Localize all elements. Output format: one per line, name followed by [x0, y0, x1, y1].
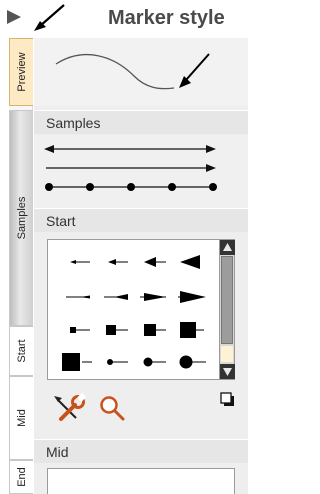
tab-mid[interactable]: Mid	[9, 376, 33, 460]
mid-header-label: Mid	[46, 444, 69, 460]
scroll-up-icon[interactable]	[220, 240, 235, 255]
marker-square-xxlarge[interactable]	[60, 348, 96, 376]
marker-square-xlarge[interactable]	[174, 316, 210, 344]
start-header[interactable]: Start	[34, 208, 248, 232]
tab-preview-label: Preview	[15, 52, 28, 92]
marker-grid	[47, 239, 235, 380]
marker-dot-small[interactable]	[98, 348, 134, 376]
marker-tail-small[interactable]	[60, 283, 96, 311]
marker-arrow-xlarge[interactable]	[174, 248, 210, 276]
marker-square-small[interactable]	[60, 316, 96, 344]
marker-arrow-medium[interactable]	[98, 248, 134, 276]
scroll-thumb[interactable]	[221, 256, 233, 344]
wrench-icon[interactable]	[52, 392, 86, 426]
marker-tail-xlarge[interactable]	[174, 283, 210, 311]
samples-area[interactable]	[34, 135, 248, 207]
tab-strip: Preview Samples Start Mid End	[9, 38, 33, 494]
arrow-icon	[34, 4, 65, 31]
tab-start-label: Start	[15, 339, 28, 363]
marker-grid-scrollbar[interactable]	[219, 240, 235, 379]
tab-preview[interactable]: Preview	[9, 38, 33, 106]
scroll-down-icon[interactable]	[220, 364, 235, 379]
preview-area	[34, 38, 248, 106]
content-panel: Samples Start Mid	[34, 38, 248, 494]
marker-square-medium[interactable]	[98, 316, 134, 344]
collapse-triangle-icon[interactable]	[6, 8, 22, 26]
tab-end-label: End	[15, 467, 28, 487]
samples-header[interactable]: Samples	[34, 110, 248, 134]
magnifier-icon[interactable]	[98, 394, 126, 422]
tab-samples-label: Samples	[15, 196, 28, 240]
tab-samples[interactable]: Samples	[9, 110, 33, 326]
mid-marker-grid	[47, 468, 235, 494]
marker-square-large[interactable]	[136, 316, 172, 344]
square-icon[interactable]	[220, 392, 235, 407]
marker-arrow-small[interactable]	[60, 248, 96, 276]
marker-dot-large[interactable]	[174, 348, 210, 376]
marker-dot-medium[interactable]	[136, 348, 172, 376]
tab-end[interactable]: End	[9, 460, 33, 494]
samples-header-label: Samples	[46, 115, 101, 131]
marker-tail-medium[interactable]	[98, 283, 134, 311]
panel-title: Marker style	[108, 7, 225, 29]
tab-mid-label: Mid	[15, 409, 28, 427]
tab-start[interactable]: Start	[9, 326, 33, 376]
marker-arrow-large[interactable]	[136, 248, 172, 276]
start-header-label: Start	[46, 213, 76, 229]
mid-header[interactable]: Mid	[34, 439, 248, 463]
scroll-track[interactable]	[221, 346, 233, 362]
marker-tail-large[interactable]	[136, 283, 172, 311]
